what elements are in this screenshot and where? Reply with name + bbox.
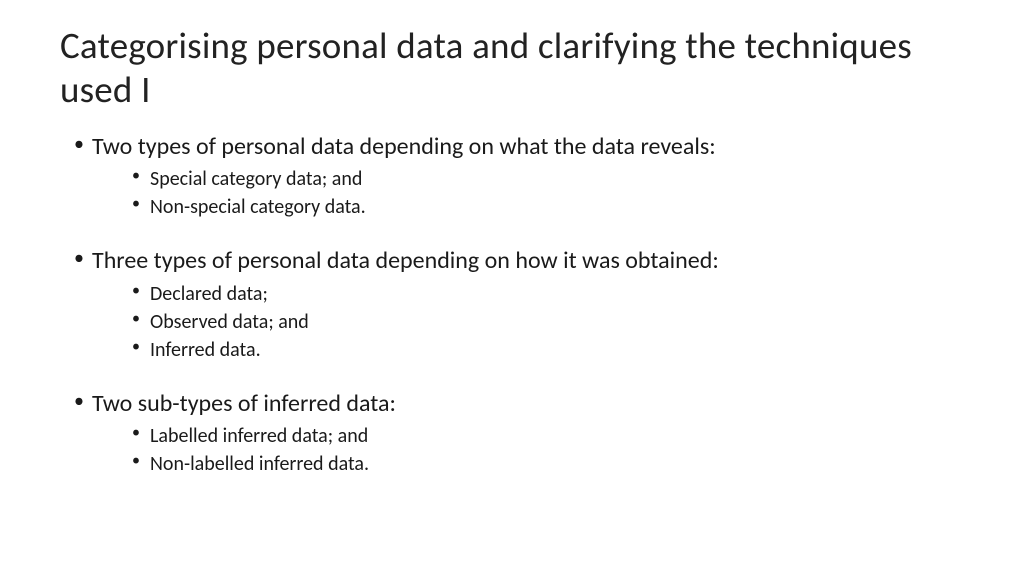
slide-title: Categorising personal data and clarifyin… [60, 24, 964, 113]
list-item: Special category data; and [132, 165, 964, 193]
list-item-text: Observed data; and [150, 310, 309, 334]
list-item-text: Two sub-types of inferred data: [92, 389, 396, 418]
nested-list: Declared data; Observed data; and Inferr… [92, 280, 964, 364]
list-item-text: Special category data; and [150, 167, 362, 191]
nested-list: Special category data; and Non-special c… [92, 165, 964, 221]
list-item: Declared data; [132, 280, 964, 308]
list-item: Non-labelled inferred data. [132, 450, 964, 478]
list-item-text: Inferred data. [150, 338, 261, 362]
list-item: Inferred data. [132, 336, 964, 364]
nested-list: Labelled inferred data; and Non-labelled… [92, 422, 964, 478]
list-item-text: Non-labelled inferred data. [150, 452, 369, 476]
list-item: Non-special category data. [132, 193, 964, 221]
bullet-list: Two types of personal data depending on … [60, 131, 964, 478]
list-item-text: Two types of personal data depending on … [92, 132, 716, 161]
list-item-text: Three types of personal data depending o… [92, 246, 719, 275]
list-item-text: Declared data; [150, 282, 268, 306]
list-item: Two sub-types of inferred data: Labelled… [74, 388, 964, 478]
list-item-text: Non-special category data. [150, 195, 366, 219]
list-item: Two types of personal data depending on … [74, 131, 964, 221]
list-item: Three types of personal data depending o… [74, 245, 964, 363]
list-item-text: Labelled inferred data; and [150, 424, 368, 448]
list-item: Labelled inferred data; and [132, 422, 964, 450]
list-item: Observed data; and [132, 308, 964, 336]
